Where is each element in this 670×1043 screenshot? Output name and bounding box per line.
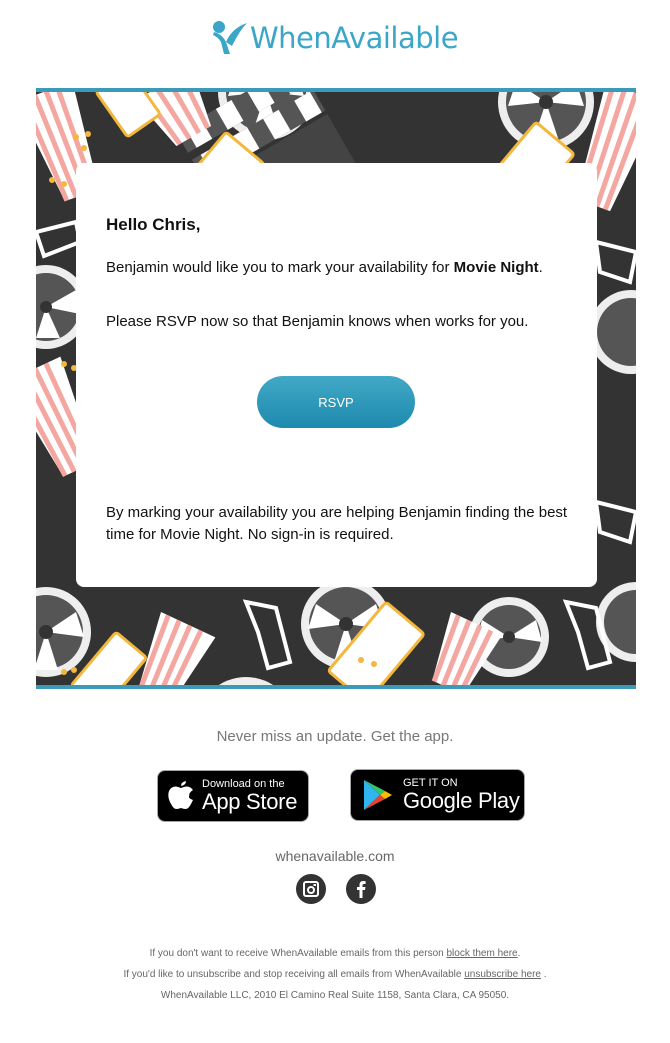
3d-glasses-icon	[593, 239, 636, 285]
logo-text: WhenAvailable	[250, 21, 459, 55]
rsvp-button[interactable]: RSVP	[257, 376, 415, 428]
block-text: If you don't want to receive WhenAvailab…	[149, 948, 447, 959]
instagram-icon	[303, 881, 319, 897]
website-link[interactable]: whenavailable.com	[0, 848, 670, 864]
whenavailable-logo[interactable]: WhenAvailable	[210, 18, 464, 58]
film-reel-icon	[36, 587, 91, 677]
app-store-badge[interactable]: Download on the App Store	[157, 770, 309, 822]
availability-note: By marking your availability you are hel…	[106, 504, 568, 543]
instagram-button[interactable]	[296, 874, 326, 904]
unsubscribe-end: .	[540, 969, 547, 980]
rsvp-prompt: Please RSVP now so that Benjamin knows w…	[106, 313, 529, 330]
3d-glasses-icon	[593, 499, 636, 545]
block-end: .	[517, 948, 521, 959]
cinema-ticket-icon	[95, 92, 161, 138]
film-reel-icon	[596, 582, 636, 662]
greeting: Hello Chris,	[106, 215, 201, 234]
unsubscribe-link[interactable]: unsubscribe here	[464, 969, 541, 980]
3d-glasses-icon	[242, 599, 293, 671]
3d-glasses-icon	[36, 219, 83, 259]
film-reel-icon	[218, 677, 274, 685]
facebook-icon	[357, 881, 366, 898]
unsubscribe-notice: If you'd like to unsubscribe and stop re…	[0, 969, 670, 980]
app-store-big-text: App Store	[202, 789, 298, 814]
apple-icon	[168, 781, 193, 809]
block-notice: If you don't want to receive WhenAvailab…	[0, 948, 670, 959]
person-logo-icon	[213, 21, 247, 54]
intro-prefix: Benjamin would like you to mark your ava…	[106, 259, 454, 276]
intro-suffix: .	[538, 259, 543, 276]
unsubscribe-text: If you'd like to unsubscribe and stop re…	[123, 969, 465, 980]
google-play-icon	[364, 780, 392, 810]
block-them-link[interactable]: block them here	[446, 948, 517, 959]
google-play-badge[interactable]: GET IT ON Google Play	[350, 769, 525, 821]
popcorn-icon	[137, 612, 216, 685]
event-name: Movie Night	[453, 259, 539, 276]
hero-banner: Hello Chris, Benjamin would like you to …	[36, 88, 636, 689]
facebook-button[interactable]	[346, 874, 376, 904]
google-play-big-text: Google Play	[403, 788, 520, 813]
invitation-card: Hello Chris, Benjamin would like you to …	[76, 163, 597, 587]
invitation-text: Benjamin would like you to mark your ava…	[106, 257, 576, 279]
company-address: WhenAvailable LLC, 2010 El Camino Real S…	[160, 990, 510, 1001]
get-app-tagline: Never miss an update. Get the app.	[216, 728, 454, 745]
